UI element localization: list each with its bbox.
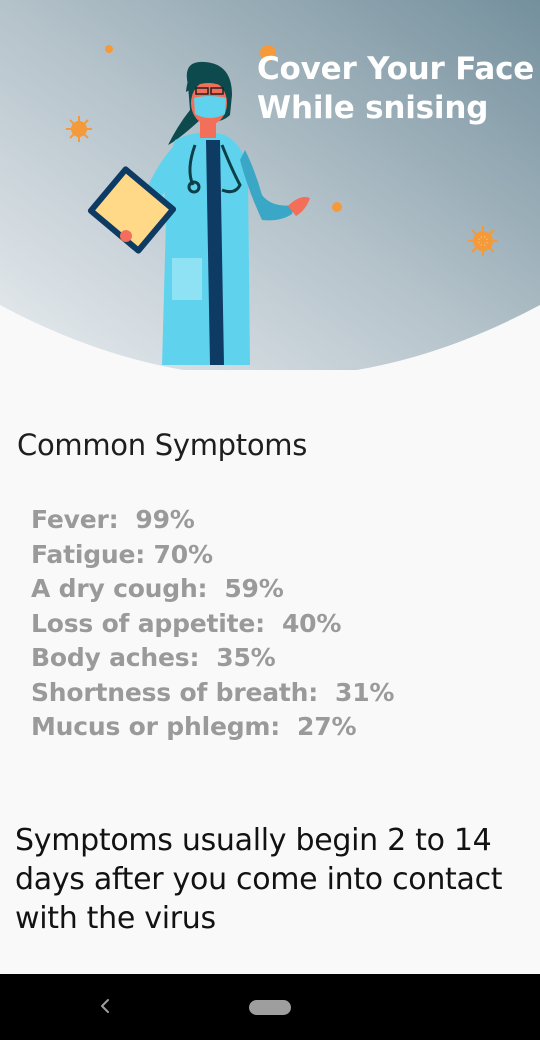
header-title: Cover Your Face While snising <box>257 50 535 128</box>
header-title-line1: Cover Your Face <box>257 51 535 87</box>
system-navigation-bar <box>0 974 540 1040</box>
header-title-line2: While snising <box>257 90 489 126</box>
symptom-item-dry-cough: A dry cough: 59% <box>31 574 284 603</box>
back-chevron-icon[interactable] <box>95 994 115 1018</box>
symptom-item-mucus: Mucus or phlegm: 27% <box>31 712 357 741</box>
symptom-item-shortness-of-breath: Shortness of breath: 31% <box>31 677 395 707</box>
virus-icon <box>468 226 498 256</box>
app-screen: Cover Your Face While snising Common Sym… <box>0 0 540 1040</box>
common-symptoms-title: Common Symptoms <box>17 428 308 462</box>
header-banner: Cover Your Face While snising <box>0 0 540 370</box>
home-pill-icon[interactable] <box>249 1000 291 1015</box>
symptom-list: Fever: 99% Fatigue: 70% A dry cough: 59%… <box>31 503 394 745</box>
symptom-item-fever: Fever: 99% <box>31 505 195 534</box>
symptom-onset-text: Symptoms usually begin 2 to 14 days afte… <box>15 823 503 936</box>
symptom-item-body-aches: Body aches: 35% <box>31 643 276 672</box>
symptom-item-fatigue: Fatigue: 70% <box>31 539 213 569</box>
symptom-item-loss-of-appetite: Loss of appetite: 40% <box>31 608 342 638</box>
